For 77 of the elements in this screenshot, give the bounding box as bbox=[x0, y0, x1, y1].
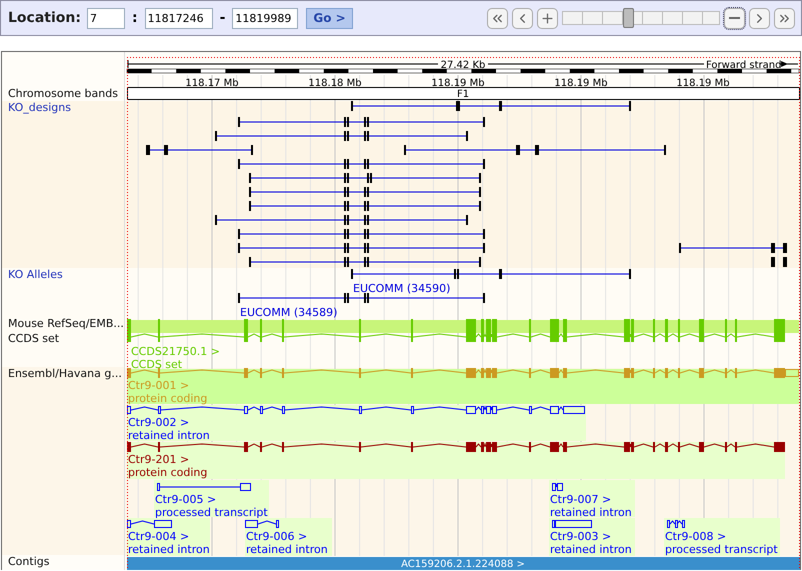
scale-tick-label: 118.19 Mb bbox=[676, 78, 730, 89]
transcript-link[interactable]: Ctr9-006 > bbox=[246, 530, 308, 543]
plus-icon bbox=[540, 10, 555, 26]
ko-design-drawing[interactable] bbox=[249, 173, 481, 183]
ccds-type-label: CCDS set bbox=[131, 358, 182, 371]
ko-design-drawing[interactable] bbox=[238, 243, 787, 253]
chromosome-field[interactable]: 7 bbox=[86, 8, 125, 28]
chromosome-band[interactable] bbox=[127, 87, 800, 100]
ko-design-drawing[interactable] bbox=[249, 187, 481, 197]
strand-label: Forward strand bbox=[706, 60, 782, 71]
transcript-drawing[interactable] bbox=[157, 483, 251, 491]
transcript-drawing[interactable] bbox=[127, 442, 785, 452]
ko-design-drawing[interactable] bbox=[238, 159, 485, 169]
ko-design-drawing[interactable] bbox=[215, 131, 468, 141]
transcript-link[interactable]: Ctr9-003 > bbox=[550, 530, 612, 543]
transcript-drawing[interactable] bbox=[245, 520, 279, 528]
scale-tick-label: 118.19 Mb bbox=[431, 78, 485, 89]
allele-link[interactable]: EUCOMM (34590) bbox=[353, 282, 450, 295]
transcript-link[interactable]: Ctr9-005 > bbox=[155, 493, 216, 506]
biotype-label: processed transcript bbox=[155, 506, 268, 519]
ko-design-drawing[interactable] bbox=[351, 101, 631, 111]
biotype-label: retained intron bbox=[246, 543, 328, 556]
go-button[interactable]: Go > bbox=[306, 8, 353, 28]
transcript-link[interactable]: Ctr9-004 > bbox=[128, 530, 190, 543]
track-label: Contigs bbox=[8, 555, 50, 568]
track-label: CCDS set bbox=[8, 332, 60, 346]
biotype-label: protein coding bbox=[128, 466, 208, 479]
step-right-button[interactable] bbox=[749, 8, 770, 28]
biotype-label: protein coding bbox=[128, 392, 208, 405]
contig-label: AC159206.2.1.224088 > bbox=[401, 559, 525, 570]
transcript-drawing[interactable] bbox=[552, 483, 563, 491]
separator-text: - bbox=[218, 10, 226, 26]
ko-allele-drawing[interactable] bbox=[238, 293, 485, 303]
transcript-link[interactable]: Ctr9-002 > bbox=[128, 416, 190, 429]
biotype-label: retained intron bbox=[550, 506, 632, 519]
slider-thumb[interactable] bbox=[622, 8, 634, 28]
track-label[interactable]: KO Alleles bbox=[8, 268, 63, 281]
transcript-drawing[interactable] bbox=[552, 520, 592, 528]
track-label: Chromosome bands bbox=[8, 86, 118, 100]
location-label: Location: bbox=[8, 10, 81, 26]
biotype-label: processed transcript bbox=[665, 543, 778, 556]
transcript-drawing[interactable] bbox=[127, 405, 585, 414]
start-field[interactable]: 11817246 bbox=[144, 8, 213, 28]
biotype-label: retained intron bbox=[128, 543, 210, 556]
track-label: Ensembl/Havana g... bbox=[8, 367, 122, 380]
scale-tick-label: 118.19 Mb bbox=[554, 78, 608, 89]
transcript-drawing[interactable] bbox=[127, 520, 172, 528]
scale-tick-label: 118.17 Mb bbox=[185, 78, 239, 89]
track-label[interactable]: KO_designs bbox=[8, 100, 71, 114]
jump-left-button[interactable] bbox=[487, 8, 508, 28]
biotype-label: retained intron bbox=[550, 543, 632, 556]
ko-design-drawing[interactable] bbox=[215, 215, 468, 225]
step-left-button[interactable] bbox=[512, 8, 533, 28]
transcript-link[interactable]: Ctr9-008 > bbox=[665, 530, 726, 543]
ko-design-drawing[interactable] bbox=[146, 145, 666, 155]
transcript-link[interactable]: Ctr9-007 > bbox=[550, 493, 612, 506]
biotype-label: retained intron bbox=[128, 429, 210, 442]
ko-design-drawing[interactable] bbox=[238, 117, 485, 127]
ko-design-drawing[interactable] bbox=[238, 229, 485, 239]
end-field[interactable]: 11819989 bbox=[232, 8, 298, 28]
zoom-in-button[interactable] bbox=[537, 8, 558, 28]
band-label: F1 bbox=[456, 89, 470, 100]
transcript-drawing[interactable] bbox=[667, 520, 685, 528]
ko-allele-drawing[interactable] bbox=[351, 269, 631, 279]
ko-design-drawing[interactable] bbox=[249, 201, 481, 211]
zoom-slider[interactable] bbox=[562, 11, 720, 25]
scale-tick-label: 118.18 Mb bbox=[308, 78, 362, 89]
transcript-link[interactable]: Ctr9-201 > bbox=[128, 453, 190, 466]
separator-text: : bbox=[130, 10, 139, 26]
scale-length: 27.42 Kb bbox=[440, 60, 486, 71]
zoom-out-button[interactable] bbox=[724, 8, 745, 28]
minus-icon bbox=[729, 17, 740, 19]
strand-arrow-icon bbox=[781, 61, 788, 67]
jump-right-button[interactable] bbox=[774, 8, 795, 28]
ko-design-drawing[interactable] bbox=[249, 257, 787, 267]
allele-link[interactable]: EUCOMM (34589) bbox=[240, 306, 338, 319]
track-label: Mouse RefSeq/EMB... bbox=[8, 317, 124, 330]
